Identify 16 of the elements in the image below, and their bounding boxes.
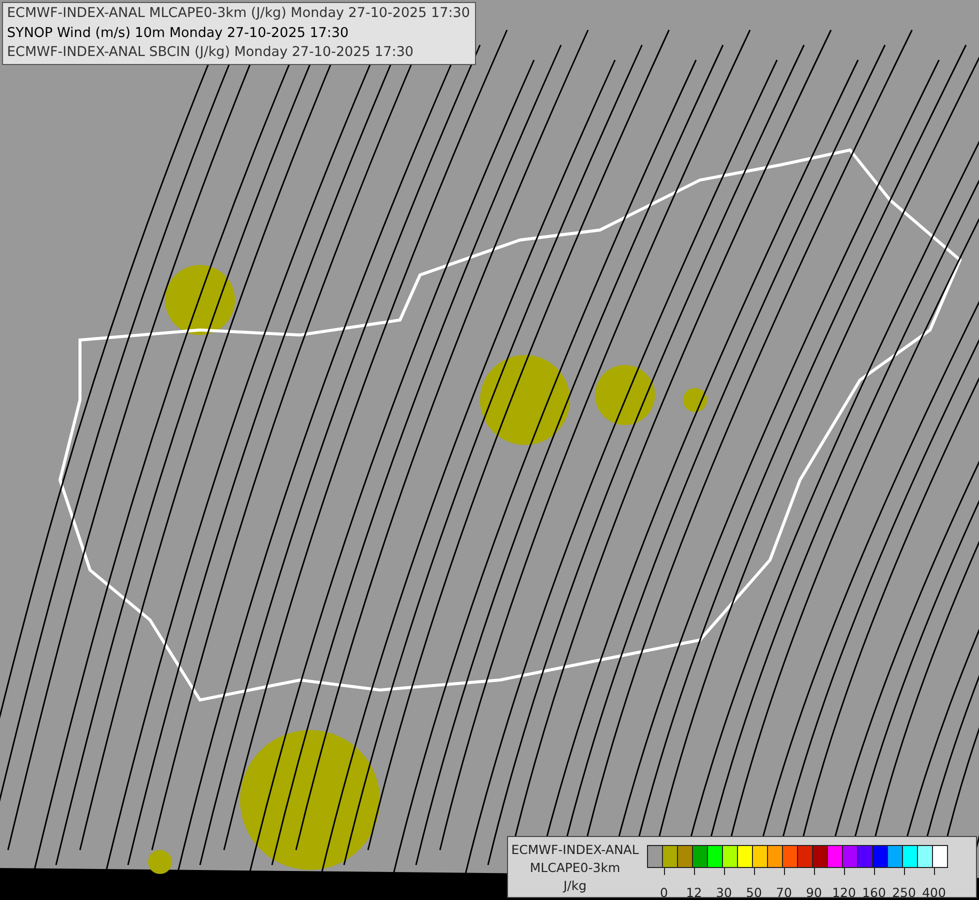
map-layer-title: SYNOP Wind (m/s) 10m Monday 27-10-2025 17:30 [7,24,350,42]
legend-tick-label: 30 [716,884,732,900]
map-layer-title: ECMWF-INDEX-ANAL SBCIN (J/kg) Monday 27-10-2025 17:30 [7,43,414,62]
legend-tick-label: 250 [892,884,916,900]
map-layer-title: ECMWF-INDEX-ANAL MLCAPE0-3km (J/kg) Monday 27-10-2025 17:30 [7,4,471,23]
legend-title: ECMWF-INDEX-ANAL [510,841,640,859]
legend-tick-label: 70 [776,884,792,900]
legend-tick-label: 90 [806,884,822,900]
legend-tick-label: 160 [862,884,886,900]
legend-tick-label: 0 [660,884,668,900]
legend-tick-label: 50 [746,884,762,900]
legend-title: J/kg [562,877,588,895]
legend-title: MLCAPE0-3km [528,859,622,877]
legend-tick-label: 400 [922,884,946,900]
legend-tick-label: 12 [686,884,702,900]
legend-tick-label: 120 [832,884,856,900]
